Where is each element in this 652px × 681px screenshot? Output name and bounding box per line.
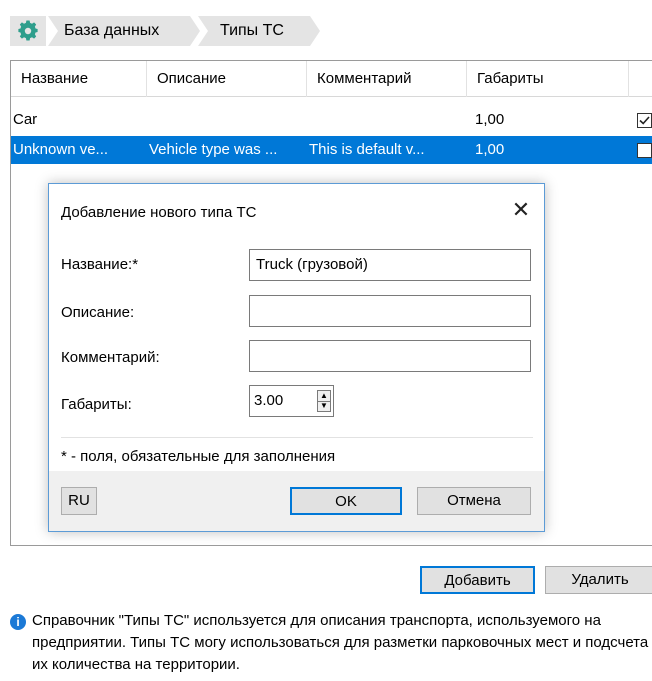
ok-button[interactable]: OK — [290, 487, 402, 515]
divider — [61, 437, 533, 438]
size-stepper[interactable]: 3.00 ▲ ▼ — [249, 385, 334, 417]
cell-size: 1,00 — [475, 111, 505, 128]
gear-icon[interactable] — [10, 16, 46, 46]
name-input[interactable]: Truck (грузовой) — [249, 249, 531, 281]
cell-description — [149, 106, 305, 134]
table-row[interactable]: Car 1,00 — [11, 106, 652, 134]
required-fields-note: * - поля, обязательные для заполнения — [61, 448, 336, 465]
breadcrumb-item-database[interactable]: База данных — [48, 16, 200, 46]
add-vehicle-type-dialog: Добавление нового типа ТС ✕ Название:* T… — [48, 183, 545, 532]
checkmark-icon — [639, 116, 650, 125]
info-text: Справочник "Типы ТС" используется для оп… — [32, 612, 649, 673]
cell-comment — [309, 106, 465, 134]
dialog-footer: RU OK Отмена — [49, 471, 544, 531]
cell-name: Car — [13, 111, 38, 128]
name-label: Название:* — [61, 256, 139, 273]
language-button[interactable]: RU — [61, 487, 97, 515]
info-icon: i — [10, 614, 26, 630]
breadcrumb-item-vehicle-types[interactable]: Типы ТС — [198, 16, 320, 46]
size-label: Габариты: — [61, 396, 132, 413]
description-input[interactable] — [249, 295, 531, 327]
delete-button[interactable]: Удалить — [545, 566, 652, 594]
description-label: Описание: — [61, 304, 135, 321]
breadcrumb-label: База данных — [64, 22, 160, 39]
add-button[interactable]: Добавить — [420, 566, 535, 594]
size-value: 3.00 — [254, 392, 284, 409]
row-checkbox[interactable] — [637, 113, 652, 128]
column-header-comment[interactable]: Комментарий — [307, 61, 467, 97]
cell-name: Unknown ve... — [13, 141, 109, 158]
stepper-down-icon[interactable]: ▼ — [318, 401, 330, 411]
column-header-name[interactable]: Название — [11, 61, 147, 97]
table-header: Название Описание Комментарий Габариты — [11, 61, 652, 97]
comment-input[interactable] — [249, 340, 531, 372]
breadcrumb: База данных Типы ТС — [0, 0, 652, 60]
cancel-button[interactable]: Отмена — [417, 487, 531, 515]
cell-comment: This is default v... — [309, 141, 425, 158]
cell-size: 1,00 — [475, 141, 505, 158]
dialog-title: Добавление нового типа ТС — [61, 204, 257, 221]
column-header-description[interactable]: Описание — [147, 61, 307, 97]
row-checkbox[interactable] — [637, 143, 652, 158]
stepper-buttons: ▲ ▼ — [317, 390, 331, 412]
column-header-size[interactable]: Габариты — [467, 61, 629, 97]
table-row-selected[interactable]: Unknown ve... Vehicle type was ... This … — [11, 136, 652, 164]
close-icon[interactable]: ✕ — [507, 196, 535, 224]
cell-description: Vehicle type was ... — [149, 141, 278, 158]
breadcrumb-label: Типы ТС — [220, 22, 284, 39]
comment-label: Комментарий: — [61, 349, 160, 366]
